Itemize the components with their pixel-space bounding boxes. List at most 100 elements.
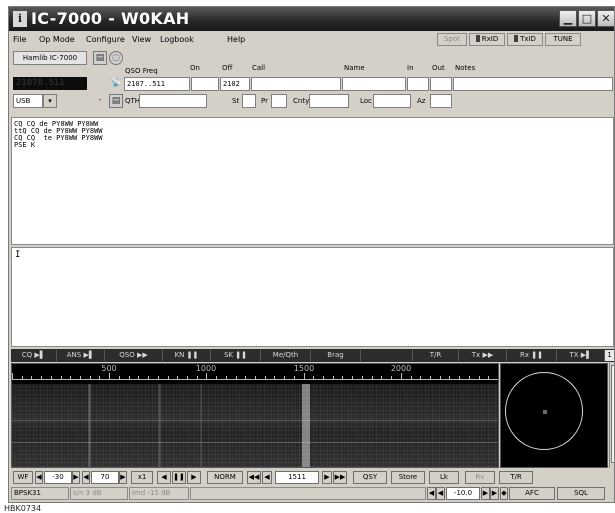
qsy-button[interactable]: QSY (353, 471, 387, 484)
mode-status[interactable]: BPSK31 (11, 487, 69, 500)
menu-help[interactable]: Help (227, 35, 245, 44)
freq-fast-up-button[interactable]: ▶▶ (333, 471, 347, 484)
cnty-field[interactable] (309, 94, 349, 108)
sql-down-button[interactable]: ◀ (436, 487, 445, 500)
frequency-field[interactable]: 1511 (275, 471, 319, 484)
macro-me-qth-button[interactable]: Me/Qth (261, 350, 311, 361)
close-button[interactable]: ✕ (597, 10, 614, 27)
window-title: IC-7000 - W0KAH (31, 9, 190, 28)
waterfall-trace (12, 442, 498, 443)
wf-mode-button[interactable]: WF (13, 471, 33, 484)
st-field[interactable] (242, 94, 256, 108)
norm-button[interactable]: NORM (207, 471, 243, 484)
notes-field[interactable] (453, 77, 613, 91)
pr-field[interactable] (271, 94, 287, 108)
rx-line: CQ CQ de PY8WW PY8WW (14, 120, 99, 128)
sql-button[interactable]: SQL (557, 487, 605, 500)
ref-down-button[interactable]: ◀ (35, 471, 43, 484)
zoom-button[interactable]: x1 (131, 471, 153, 484)
in-field[interactable] (407, 77, 429, 91)
macro-tx-button[interactable]: Tx ▶▶ (459, 350, 507, 361)
macro-rx-button[interactable]: Rx ❚❚ (507, 350, 557, 361)
freq-down-button[interactable]: ◀ (262, 471, 272, 484)
scale-tick (99, 376, 100, 380)
call-field[interactable] (251, 77, 341, 91)
transmit-text-pane[interactable]: I (11, 247, 614, 347)
waterfall-trace (12, 420, 498, 421)
loc-field[interactable] (373, 94, 411, 108)
waterfall[interactable]: 500 1000 1500 2000 (11, 363, 499, 468)
scope-scrollbar[interactable] (609, 363, 614, 468)
macro-ans-button[interactable]: ANS ▶▌ (57, 350, 105, 361)
wf-ref-field[interactable]: -30 (44, 471, 72, 484)
macro-sk-button[interactable]: SK ❚❚ (211, 350, 261, 361)
scroll-left-button[interactable]: ◀ (157, 471, 171, 484)
scale-tick (372, 376, 373, 380)
waterfall-streak (88, 384, 91, 467)
qso-freq-field[interactable]: 2107..511 (124, 77, 190, 91)
maximize-button[interactable]: □ (578, 10, 596, 27)
app-window: i IC-7000 - W0KAH ▁ □ ✕ File Op Mode Con… (8, 6, 615, 503)
spot-button[interactable]: Spot (437, 33, 467, 46)
menu-logbook[interactable]: Logbook (160, 35, 194, 44)
freq-fast-down-button[interactable]: ◀◀ (247, 471, 261, 484)
afc-button[interactable]: AFC (509, 487, 555, 500)
menu-view[interactable]: View (132, 35, 151, 44)
range-down-button[interactable]: ◀ (82, 471, 90, 484)
scroll-right-button[interactable]: ▶ (187, 471, 201, 484)
scale-tick (31, 376, 32, 380)
macro-empty-button[interactable] (361, 350, 413, 361)
squelch-level-field[interactable]: -10.0 (446, 487, 480, 500)
waterfall-display[interactable] (12, 384, 498, 467)
reverse-button[interactable]: Rv (465, 471, 495, 484)
macro-kn-button[interactable]: KN ❚❚ (163, 350, 211, 361)
fast-forward-icon: ▶▶ (136, 351, 148, 359)
macro-brag-button[interactable]: Brag (311, 350, 361, 361)
az-field[interactable] (430, 94, 452, 108)
menu-configure[interactable]: Configure (86, 35, 125, 44)
sql-up-fast-button[interactable]: ▶ (490, 487, 499, 500)
freq-up-button[interactable]: ▶ (322, 471, 332, 484)
menu-file[interactable]: File (13, 35, 26, 44)
scale-tick (129, 376, 130, 380)
qth-lookup-icon[interactable]: ▤ (109, 94, 123, 108)
ref-up-button[interactable]: ▶ (72, 471, 80, 484)
store-button[interactable]: Store (391, 471, 425, 484)
lock-button[interactable]: Lk (429, 471, 459, 484)
menu-op-mode[interactable]: Op Mode (39, 35, 75, 44)
tune-button[interactable]: TUNE (545, 33, 581, 46)
txid-button[interactable]: TxID (507, 33, 543, 46)
scrollbar-thumb[interactable] (611, 365, 614, 463)
mode-dropdown-button[interactable]: ▾ (43, 94, 57, 108)
pause-button[interactable]: ❚❚ (172, 471, 186, 484)
off-field[interactable]: 2102 (220, 77, 250, 91)
scale-tick (294, 376, 295, 380)
frequency-display[interactable]: 21070.511 (13, 77, 87, 90)
rxid-label: RxID (481, 35, 499, 43)
rig-control-icon[interactable]: ▤ (93, 51, 107, 65)
name-field[interactable] (342, 77, 406, 91)
qth-field[interactable] (139, 94, 207, 108)
macro-tx-stop-button[interactable]: TX ▶▌ (557, 350, 605, 361)
frequency-scale[interactable]: 500 1000 1500 2000 (12, 364, 498, 384)
range-up-button[interactable]: ▶ (119, 471, 127, 484)
out-field[interactable] (430, 77, 452, 91)
sql-up-button[interactable]: ▶ (481, 487, 490, 500)
minimize-button[interactable]: ▁ (559, 10, 577, 27)
mode-select[interactable]: USB (13, 94, 43, 108)
sql-down-fast-button[interactable]: ◀ (427, 487, 436, 500)
tr-button[interactable]: T/R (499, 471, 533, 484)
on-field[interactable] (191, 77, 219, 91)
phase-scope[interactable] (500, 363, 608, 468)
macro-qso-button[interactable]: QSO ▶▶ (105, 350, 163, 361)
menu-bar: File Op Mode Configure View Logbook Help… (9, 32, 614, 47)
rxid-button[interactable]: RxID (469, 33, 505, 46)
wf-range-field[interactable]: 70 (91, 471, 119, 484)
hamlib-button[interactable]: Hamlib IC-7000 (13, 51, 87, 65)
macro-tr-button[interactable]: T/R (413, 350, 459, 361)
rig-status-icon[interactable]: ◌ (109, 51, 123, 65)
receive-text-pane[interactable]: CQ CQ de PY8WW PY8WW ttQ CQ de PY8WW PY8… (11, 117, 614, 245)
waterfall-streak (158, 384, 161, 467)
macro-cq-button[interactable]: CQ ▶▌ (11, 350, 57, 361)
macro-set-button[interactable]: 1 (605, 350, 614, 361)
